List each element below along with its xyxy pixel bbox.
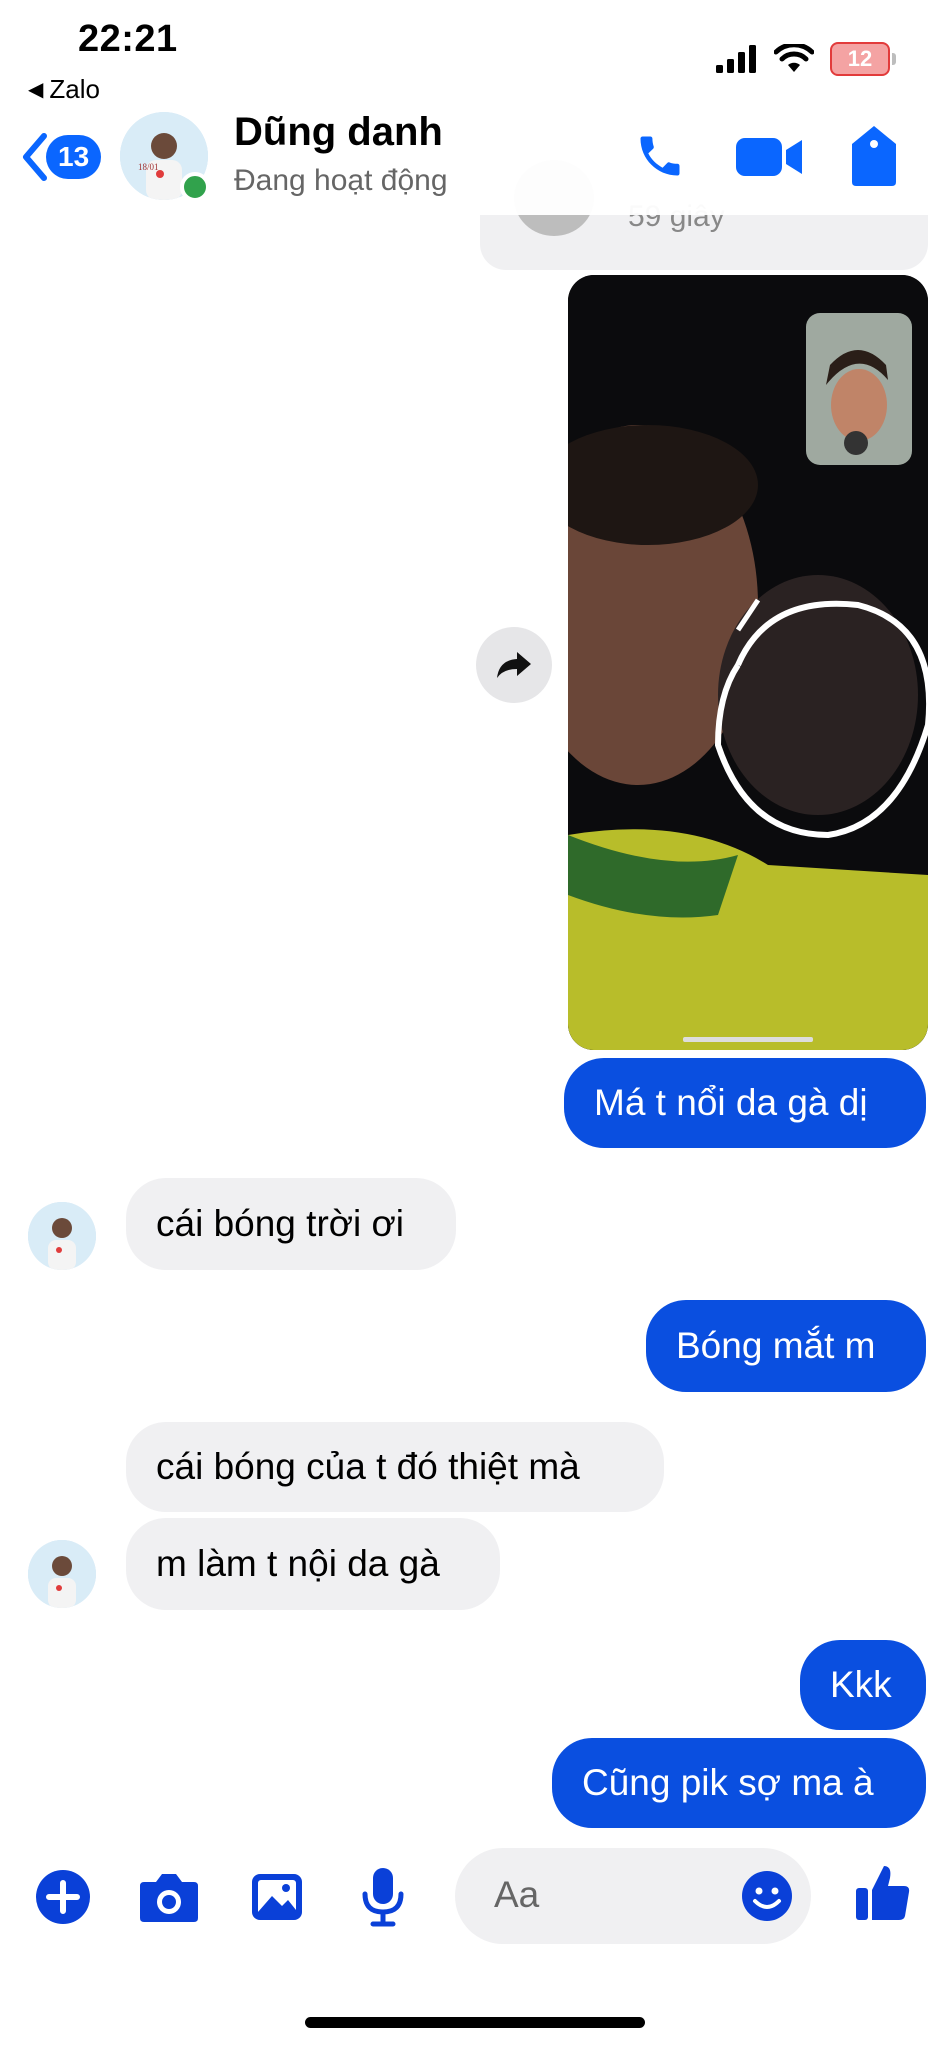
unread-count-badge: 13 — [46, 135, 102, 179]
message-text: Kkk — [830, 1664, 892, 1705]
gallery-icon[interactable] — [250, 1872, 304, 1922]
outgoing-message[interactable]: Cũng pik sợ ma à — [552, 1738, 926, 1828]
plus-icon[interactable] — [34, 1868, 92, 1926]
cellular-signal-icon — [716, 45, 756, 73]
emoji-icon[interactable] — [740, 1869, 794, 1923]
contact-status: Đang hoạt động — [234, 164, 448, 197]
info-tag-icon[interactable] — [850, 124, 898, 188]
wifi-icon — [774, 44, 814, 72]
shared-photo[interactable] — [568, 275, 928, 1050]
message-input-placeholder: Aa — [494, 1874, 540, 1915]
outgoing-message[interactable]: Bóng mắt m — [646, 1300, 926, 1392]
message-text: cái bóng trời ơi — [156, 1203, 405, 1244]
outgoing-message[interactable]: Kkk — [800, 1640, 926, 1730]
contact-name[interactable]: Dũng danh — [234, 110, 443, 155]
incoming-message[interactable]: m làm t nội da gà — [126, 1518, 500, 1610]
forward-button[interactable] — [476, 627, 552, 703]
message-text: m làm t nội da gà — [156, 1543, 440, 1584]
back-triangle-icon: ◀ — [28, 79, 44, 101]
microphone-icon[interactable] — [360, 1866, 406, 1928]
incoming-message[interactable]: cái bóng của t đó thiệt mà — [126, 1422, 664, 1512]
message-text: cái bóng của t đó thiệt mà — [156, 1446, 580, 1487]
sender-avatar[interactable] — [28, 1202, 96, 1270]
message-text: Cũng pik sợ ma à — [582, 1762, 874, 1803]
online-status-dot — [180, 172, 210, 202]
sender-avatar[interactable] — [28, 1540, 96, 1608]
message-text: Bóng mắt m — [676, 1325, 876, 1366]
back-to-app-link[interactable]: ◀ Zalo — [28, 74, 100, 105]
thumbs-up-icon[interactable] — [854, 1862, 912, 1924]
home-indicator — [305, 2017, 645, 2028]
incoming-message[interactable]: cái bóng trời ơi — [126, 1178, 456, 1270]
share-arrow-icon — [497, 652, 531, 678]
outgoing-message[interactable]: Má t nổi da gà dị — [564, 1058, 926, 1148]
message-text: Má t nổi da gà dị — [594, 1082, 868, 1123]
phone-call-icon[interactable] — [634, 130, 686, 182]
status-indicators: 12 — [716, 42, 896, 76]
back-app-label: Zalo — [49, 74, 100, 104]
status-time: 22:21 — [78, 18, 178, 60]
video-call-icon[interactable] — [734, 134, 804, 180]
camera-icon[interactable] — [138, 1870, 200, 1924]
back-button[interactable]: 13 — [20, 132, 102, 182]
svg-text:18/01: 18/01 — [138, 162, 159, 172]
battery-indicator: 12 — [830, 42, 896, 76]
